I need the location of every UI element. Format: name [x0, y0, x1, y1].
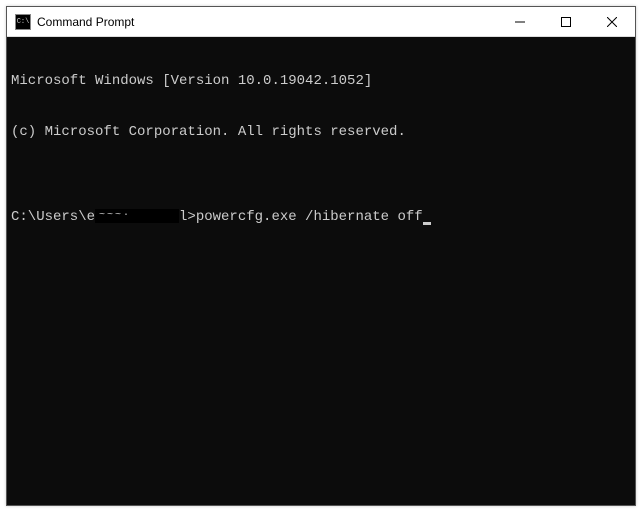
close-icon	[607, 17, 617, 27]
minimize-icon	[515, 17, 525, 27]
maximize-button[interactable]	[543, 7, 589, 36]
maximize-icon	[561, 17, 571, 27]
command-prompt-window: C:\ Command Prompt Microsoft Windows [Ve…	[6, 6, 636, 506]
close-button[interactable]	[589, 7, 635, 36]
censored-username	[95, 209, 179, 223]
window-controls	[497, 7, 635, 36]
text-cursor	[423, 222, 431, 225]
window-title: Command Prompt	[37, 15, 134, 29]
titlebar[interactable]: C:\ Command Prompt	[7, 7, 635, 37]
terminal-prompt-line: C:\Users\e l>powercfg.exe /hibernate off	[11, 209, 631, 226]
terminal-line: Microsoft Windows [Version 10.0.19042.10…	[11, 73, 631, 90]
prompt-prefix: C:\Users\e	[11, 209, 95, 225]
command-prompt-icon: C:\	[15, 14, 31, 30]
terminal-line: (c) Microsoft Corporation. All rights re…	[11, 124, 631, 141]
prompt-suffix: l>	[179, 209, 196, 225]
typed-command: powercfg.exe /hibernate off	[196, 209, 423, 225]
minimize-button[interactable]	[497, 7, 543, 36]
terminal-area[interactable]: Microsoft Windows [Version 10.0.19042.10…	[7, 37, 635, 505]
